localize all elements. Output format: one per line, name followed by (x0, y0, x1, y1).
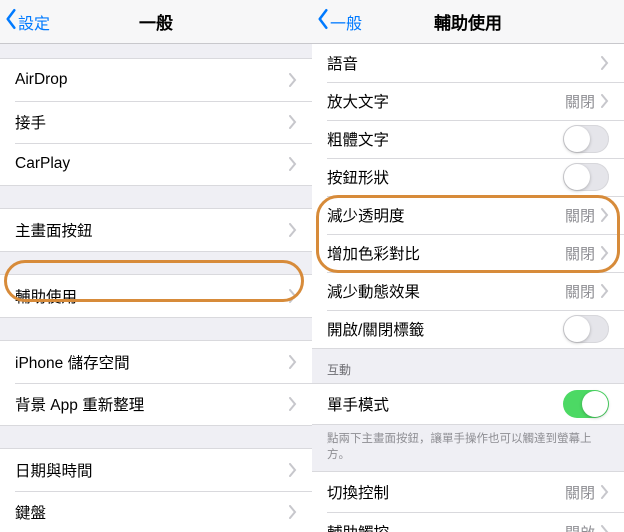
back-button[interactable]: 一般 (312, 8, 362, 35)
row-value: 開啟 (565, 522, 595, 532)
row-reduce-transparency[interactable]: 減少透明度 關閉 (312, 196, 624, 234)
row-carplay[interactable]: CarPlay (0, 143, 312, 185)
back-label: 一般 (330, 10, 362, 34)
row-label: 粗體文字 (327, 128, 563, 150)
row-label: 單手模式 (327, 393, 563, 415)
row-value: 關閉 (565, 91, 595, 112)
row-label: iPhone 儲存空間 (15, 351, 289, 373)
row-label: 減少動態效果 (327, 280, 565, 302)
section-footer: 點兩下主畫面按鈕，讓單手操作也可以觸達到螢幕上方。 (312, 425, 624, 471)
chevron-right-icon (601, 485, 609, 499)
chevron-right-icon (601, 94, 609, 108)
row-label: 輔助觸控 (327, 521, 565, 532)
group-interaction-2: 切換控制 關閉 輔助觸控 開啟 (312, 471, 624, 532)
row-label: 輔助使用 (15, 285, 289, 307)
chevron-right-icon (289, 397, 297, 411)
row-label: 減少透明度 (327, 204, 565, 226)
switch-bold-text[interactable] (563, 125, 609, 153)
chevron-right-icon (289, 355, 297, 369)
row-label: AirDrop (15, 71, 289, 89)
chevron-right-icon (289, 157, 297, 171)
navbar: 一般 輔助使用 (312, 0, 624, 44)
row-on-off-labels[interactable]: 開啟/關閉標籤 (312, 310, 624, 348)
group-5: 日期與時間 鍵盤 語言與地區 (0, 448, 312, 532)
chevron-right-icon (289, 223, 297, 237)
row-label: 開啟/關閉標籤 (327, 318, 563, 340)
row-reachability[interactable]: 單手模式 (312, 384, 624, 424)
row-label: 切換控制 (327, 481, 565, 503)
row-keyboard[interactable]: 鍵盤 (0, 491, 312, 532)
row-label: 接手 (15, 111, 289, 133)
chevron-right-icon (289, 115, 297, 129)
row-label: 鍵盤 (15, 501, 289, 523)
row-handoff[interactable]: 接手 (0, 101, 312, 143)
content: AirDrop 接手 CarPlay 主畫面按鈕 輔助使用 (0, 44, 312, 532)
row-assistive-touch[interactable]: 輔助觸控 開啟 (312, 512, 624, 532)
content: 語音 放大文字 關閉 粗體文字 按鈕形狀 減少透明度 關閉 (312, 44, 624, 532)
row-accessibility[interactable]: 輔助使用 (0, 275, 312, 317)
chevron-right-icon (601, 56, 609, 70)
row-storage[interactable]: iPhone 儲存空間 (0, 341, 312, 383)
chevron-right-icon (289, 289, 297, 303)
row-label: 按鈕形狀 (327, 166, 563, 188)
chevron-right-icon (601, 246, 609, 260)
group-interaction-1: 單手模式 (312, 383, 624, 425)
chevron-right-icon (601, 208, 609, 222)
row-value: 關閉 (565, 205, 595, 226)
chevron-right-icon (289, 73, 297, 87)
row-label: 放大文字 (327, 90, 565, 112)
row-home-button[interactable]: 主畫面按鈕 (0, 209, 312, 251)
row-increase-contrast[interactable]: 增加色彩對比 關閉 (312, 234, 624, 272)
row-background-refresh[interactable]: 背景 App 重新整理 (0, 383, 312, 425)
row-value: 關閉 (565, 281, 595, 302)
group-1: AirDrop 接手 CarPlay (0, 58, 312, 186)
switch-button-shapes[interactable] (563, 163, 609, 191)
section-header: 互動 (312, 349, 624, 383)
phone-left: 設定 一般 AirDrop 接手 CarPlay 主畫面按鈕 (0, 0, 312, 532)
row-label: 增加色彩對比 (327, 242, 565, 264)
chevron-right-icon (289, 463, 297, 477)
row-value: 關閉 (565, 482, 595, 503)
phone-right: 一般 輔助使用 語音 放大文字 關閉 粗體文字 按鈕形狀 減少透明 (312, 0, 624, 532)
group-2: 主畫面按鈕 (0, 208, 312, 252)
row-button-shapes[interactable]: 按鈕形狀 (312, 158, 624, 196)
group-3: 輔助使用 (0, 274, 312, 318)
row-switch-control[interactable]: 切換控制 關閉 (312, 472, 624, 512)
switch-on-off-labels[interactable] (563, 315, 609, 343)
row-label: 日期與時間 (15, 459, 289, 481)
chevron-right-icon (601, 525, 609, 532)
chevron-left-icon (316, 8, 330, 35)
chevron-left-icon (4, 8, 18, 35)
row-label: 語音 (327, 52, 601, 74)
row-bold-text[interactable]: 粗體文字 (312, 120, 624, 158)
row-label: 背景 App 重新整理 (15, 393, 289, 415)
navbar: 設定 一般 (0, 0, 312, 44)
back-label: 設定 (18, 10, 50, 34)
row-label: 主畫面按鈕 (15, 219, 289, 241)
row-value: 關閉 (565, 243, 595, 264)
row-reduce-motion[interactable]: 減少動態效果 關閉 (312, 272, 624, 310)
switch-reachability[interactable] (563, 390, 609, 418)
chevron-right-icon (289, 505, 297, 519)
back-button[interactable]: 設定 (0, 8, 50, 35)
chevron-right-icon (601, 284, 609, 298)
row-airdrop[interactable]: AirDrop (0, 59, 312, 101)
row-larger-text[interactable]: 放大文字 關閉 (312, 82, 624, 120)
row-date-time[interactable]: 日期與時間 (0, 449, 312, 491)
group-display: 語音 放大文字 關閉 粗體文字 按鈕形狀 減少透明度 關閉 (312, 44, 624, 349)
group-4: iPhone 儲存空間 背景 App 重新整理 (0, 340, 312, 426)
row-voice[interactable]: 語音 (312, 44, 624, 82)
row-label: CarPlay (15, 155, 289, 173)
